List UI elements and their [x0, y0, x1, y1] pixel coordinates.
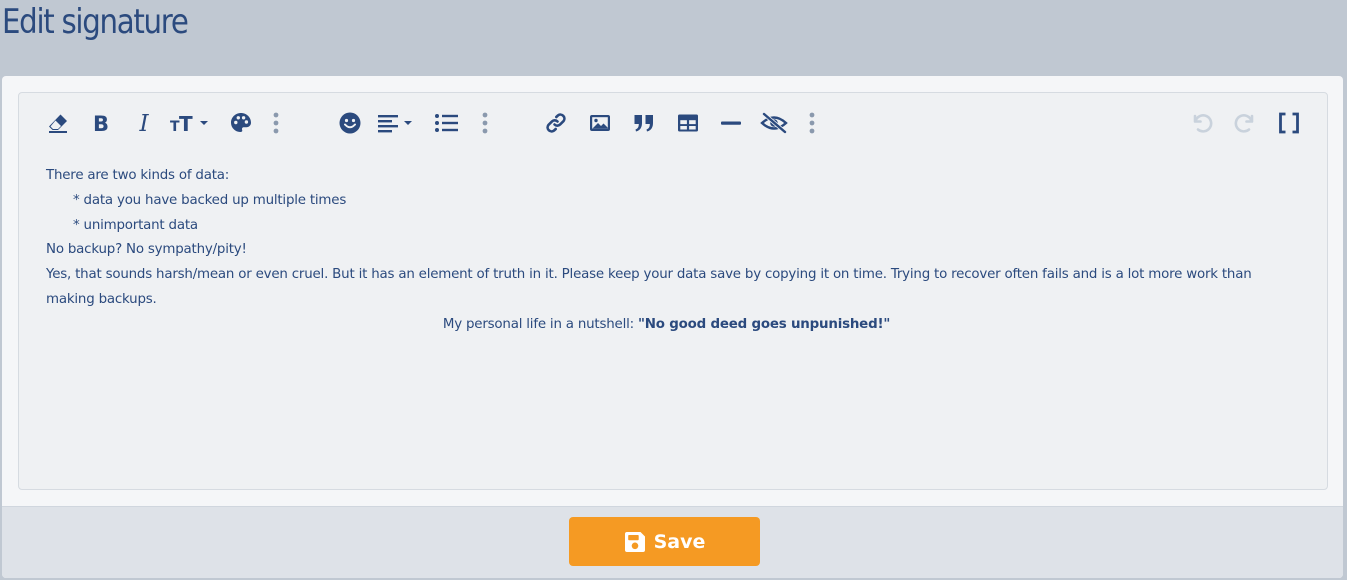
smiley-icon[interactable]	[336, 109, 364, 137]
save-icon	[624, 531, 646, 553]
signature-line: * data you have backed up multiple times	[73, 192, 347, 208]
bbcode-toggle-icon[interactable]	[1275, 109, 1303, 137]
svg-text:I: I	[138, 111, 149, 135]
signature-motto-prefix: My personal life in a nutshell:	[442, 316, 638, 332]
redo-icon[interactable]	[1231, 109, 1259, 137]
palette-icon[interactable]	[227, 109, 255, 137]
signature-line: * unimportant data	[73, 217, 198, 233]
more-icon[interactable]	[475, 109, 495, 137]
more-icon[interactable]	[802, 109, 822, 137]
italic-icon[interactable]: I	[130, 109, 158, 137]
save-button[interactable]: Save	[569, 517, 760, 566]
page-title: Edit signature	[2, 2, 189, 42]
save-button-label: Save	[653, 530, 706, 553]
list-icon[interactable]	[433, 109, 461, 137]
text-size-icon[interactable]: T T	[169, 109, 213, 137]
signature-line: There are two kinds of data:	[46, 168, 230, 183]
image-icon[interactable]	[586, 109, 614, 137]
horizontal-rule-icon[interactable]	[717, 109, 745, 137]
signature-motto: "No good deed goes unpunished!"	[638, 316, 891, 332]
signature-line: Yes, that sounds harsh/mean or even crue…	[46, 267, 1252, 307]
editor-toolbar: B I T T	[19, 93, 1327, 155]
svg-text:T: T	[179, 112, 193, 135]
editor-content[interactable]: There are two kinds of data: * data you …	[46, 164, 1287, 338]
quote-icon[interactable]	[630, 109, 658, 137]
svg-text:B: B	[93, 112, 109, 135]
form-footer: Save	[2, 506, 1343, 578]
eraser-icon[interactable]	[44, 109, 72, 137]
rich-text-editor: B I T T There are two kinds of data: * d…	[18, 92, 1328, 490]
spoiler-icon[interactable]	[760, 109, 788, 137]
signature-motto-line: My personal life in a nutshell: "No good…	[46, 313, 1287, 338]
undo-icon[interactable]	[1188, 109, 1216, 137]
signature-form-panel: B I T T There are two kinds of data: * d…	[2, 76, 1343, 578]
align-icon[interactable]	[377, 109, 417, 137]
bold-icon[interactable]: B	[87, 109, 115, 137]
link-icon[interactable]	[542, 109, 570, 137]
signature-line: No backup? No sympathy/pity!	[46, 242, 247, 258]
table-icon[interactable]	[674, 109, 702, 137]
more-icon[interactable]	[266, 109, 286, 137]
